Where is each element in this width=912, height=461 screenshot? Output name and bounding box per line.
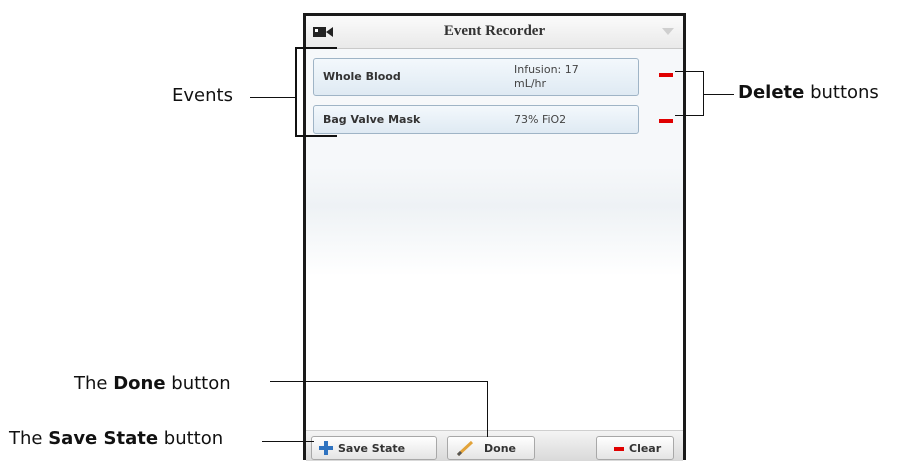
window-title: Event Recorder [443,23,546,39]
event-row-bag-valve-mask[interactable]: Bag Valve Mask 73% FiO2 [313,105,639,134]
delete-bracket-top [675,71,704,72]
plus-icon [319,441,333,455]
events-annotation: Events [172,85,233,106]
done-label: Done [484,442,516,455]
done-button[interactable]: Done [447,436,535,460]
events-bracket [295,47,297,137]
event-name: Whole Blood [323,70,401,83]
save-state-button[interactable]: Save State [311,436,437,460]
delete-button-bag-valve-mask[interactable] [659,119,673,123]
minus-icon [614,447,624,451]
title-bar: Event Recorder [306,16,683,49]
events-bracket-bottom [295,135,337,137]
clear-button[interactable]: Clear [596,436,674,460]
event-row-whole-blood[interactable]: Whole Blood Infusion: 17 mL/hr [313,58,639,96]
done-leader-vertical [487,381,488,437]
clear-label: Clear [629,442,662,455]
event-value: Infusion: 17 mL/hr [514,63,579,90]
delete-annotation: Delete buttons [738,82,879,103]
delete-leader [704,94,734,95]
delete-bracket-bottom [675,115,704,116]
done-annotation: The Done button [74,373,231,394]
event-value: 73% FiO2 [514,113,567,126]
save-state-annotation: The Save State button [9,428,224,449]
event-name: Bag Valve Mask [323,113,421,126]
events-leader [250,97,295,98]
save-state-leader [262,441,314,442]
done-leader [270,381,488,382]
bottom-toolbar: Save State Done Clear [306,430,683,461]
pencil-icon [456,440,474,456]
save-state-label: Save State [338,442,406,455]
delete-button-whole-blood[interactable] [659,73,673,77]
event-recorder-panel: Event Recorder Whole Blood Infusion: 17 … [303,13,686,461]
dropdown-menu-icon[interactable] [662,28,674,35]
events-bracket-top [295,47,337,49]
